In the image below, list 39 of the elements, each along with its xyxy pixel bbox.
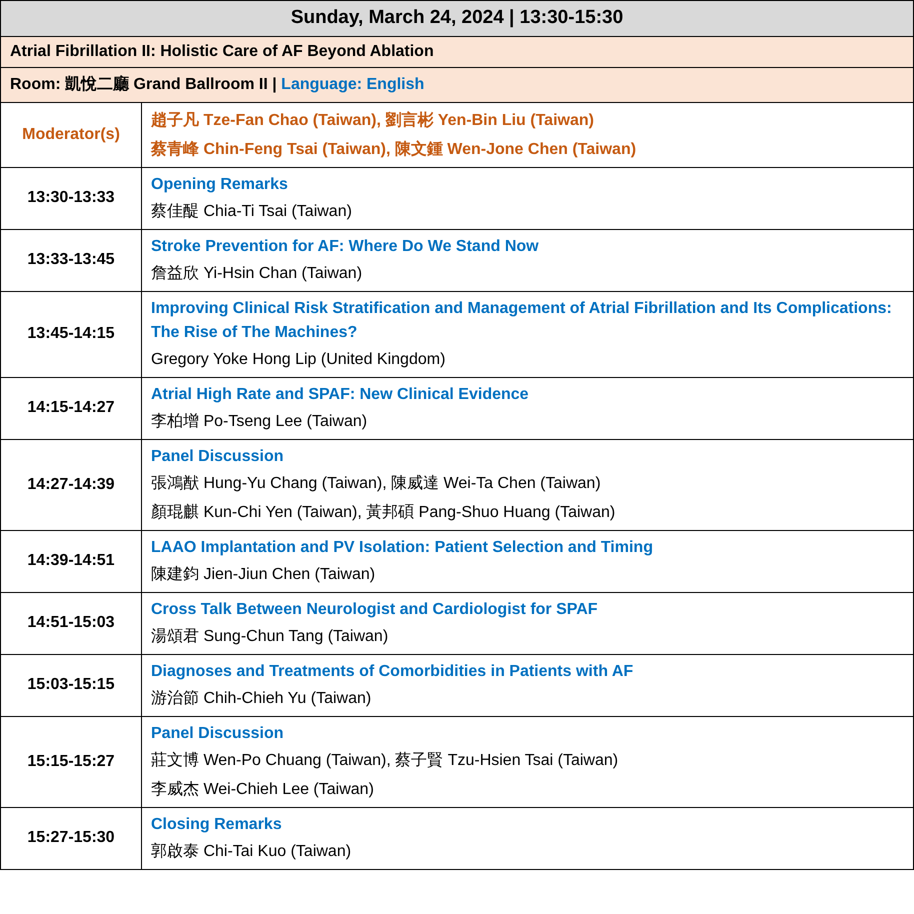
language-label: Language: English	[281, 76, 424, 92]
time-slot: 13:33-13:45	[0, 229, 142, 291]
talk-title: LAAO Implantation and PV Isolation: Patient Selection and Timing	[151, 538, 654, 558]
moderator-names: 趙子凡 Tze-Fan Chao (Taiwan), 劉言彬 Yen-Bin Liu (Taiwan)	[151, 110, 595, 130]
talk-title: Opening Remarks	[151, 174, 289, 194]
speaker-names: 游治節 Chih-Chieh Yu (Taiwan)	[151, 688, 372, 708]
talk-title: Panel Discussion	[151, 446, 284, 466]
talk-title: Atrial High Rate and SPAF: New Clinical Evidence	[151, 384, 530, 404]
talk-title: Stroke Prevention for AF: Where Do We Stand Now	[151, 236, 540, 256]
talk-title: Closing Remarks	[151, 814, 283, 834]
time-slot: 13:45-14:15	[0, 291, 142, 377]
time-slot: 14:27-14:39	[0, 439, 142, 530]
speaker-names: 李柏增 Po-Tseng Lee (Taiwan)	[151, 412, 368, 432]
speaker-names: 顏琨麒 Kun-Chi Yen (Taiwan), 黃邦碩 Pang-Shuo Huang (Taiwan)	[151, 502, 616, 522]
time-slot: 15:03-15:15	[0, 654, 142, 716]
moderators-label: Moderator(s)	[0, 102, 142, 167]
speaker-names: 詹益欣 Yi-Hsin Chan (Taiwan)	[151, 264, 364, 284]
time-slot: 14:15-14:27	[0, 377, 142, 439]
speaker-names: 湯頌君 Sung-Chun Tang (Taiwan)	[151, 626, 390, 646]
time-slot: 13:30-13:33	[0, 167, 142, 229]
speaker-names: 陳建鈞 Jien-Jiun Chen (Taiwan)	[151, 564, 376, 584]
talk-title: Cross Talk Between Neurologist and Cardiologist for SPAF	[151, 600, 599, 620]
session-title: Atrial Fibrillation II: Holistic Care of AF Beyond Ablation	[0, 36, 914, 67]
room-label: Room: 凱悅二廳 Grand Ballroom II |	[10, 76, 277, 92]
speaker-names: 張鴻猷 Hung-Yu Chang (Taiwan), 陳威達 Wei-Ta Chen (Taiwan)	[151, 474, 602, 494]
time-slot: 15:15-15:27	[0, 716, 142, 807]
time-slot: 14:51-15:03	[0, 592, 142, 654]
time-slot: 15:27-15:30	[0, 807, 142, 869]
talk-title: Improving Clinical Risk Stratification and Management of Atrial Fibrillation and Its Complications: The Rise of The Machines?	[151, 298, 893, 342]
speaker-names: 郭啟泰 Chi-Tai Kuo (Taiwan)	[151, 842, 352, 862]
schedule-heading: Sunday, March 24, 2024 | 13:30-15:30	[0, 0, 914, 36]
time-slot: 14:39-14:51	[0, 530, 142, 592]
talk-title: Panel Discussion	[151, 724, 284, 744]
speaker-names: Gregory Yoke Hong Lip (United Kingdom)	[151, 350, 446, 370]
speaker-names: 蔡佳醍 Chia-Ti Tsai (Taiwan)	[151, 202, 353, 222]
speaker-names: 莊文博 Wen-Po Chuang (Taiwan), 蔡子賢 Tzu-Hsien Tsai (Taiwan)	[151, 750, 620, 770]
talk-title: Diagnoses and Treatments of Comorbidities in Patients with AF	[151, 662, 634, 682]
speaker-names: 李威杰 Wei-Chieh Lee (Taiwan)	[151, 780, 375, 800]
moderator-names: 蔡青峰 Chin-Feng Tsai (Taiwan), 陳文鍾 Wen-Jone Chen (Taiwan)	[151, 139, 638, 160]
